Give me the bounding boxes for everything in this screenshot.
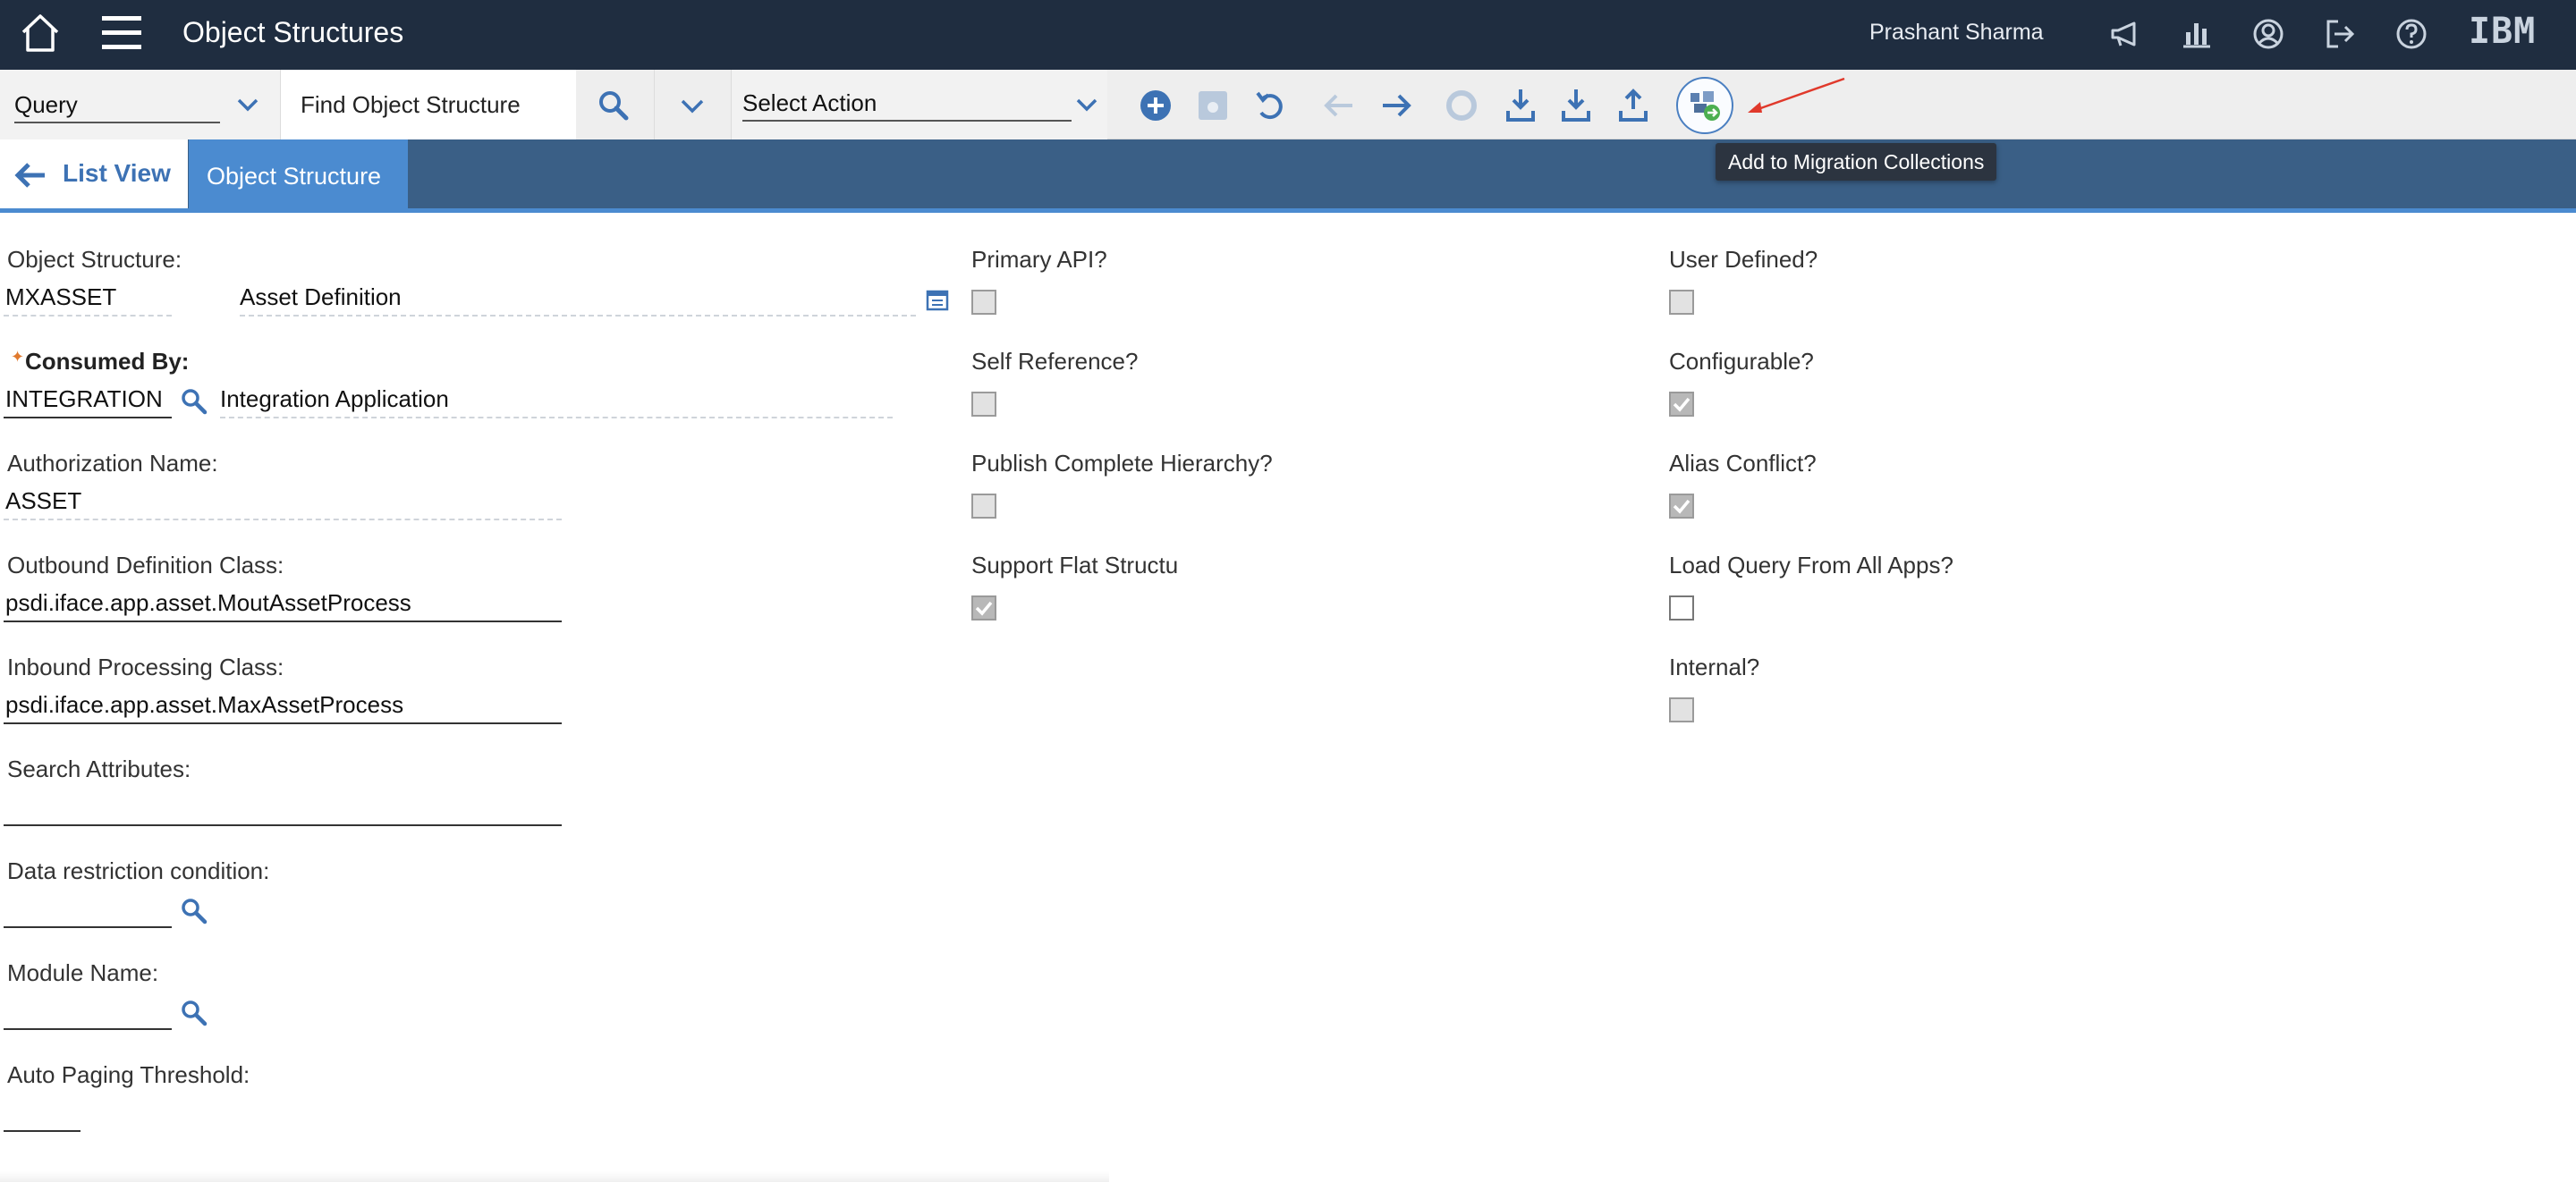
- toolbar: Query Find Object Structure Select Actio…: [0, 70, 2576, 139]
- add-to-migration-collections-button[interactable]: [1676, 77, 1733, 134]
- support-flat-structure-label: Support Flat Structu: [971, 552, 1179, 578]
- object-structure-underline: [4, 315, 172, 317]
- bottom-shadow: [0, 1171, 1109, 1182]
- tab-list-view[interactable]: List View: [0, 139, 188, 208]
- description-underline: [240, 315, 916, 317]
- module-name-lookup-icon[interactable]: [179, 998, 209, 1028]
- publish-complete-hierarchy-checkbox[interactable]: [971, 494, 996, 519]
- save-icon[interactable]: [1193, 86, 1233, 125]
- inbound-processing-class-input[interactable]: psdi.iface.app.asset.MaxAssetProcess: [5, 690, 403, 719]
- object-structure-value[interactable]: MXASSET: [5, 283, 116, 311]
- arrow-left-icon: [14, 163, 45, 188]
- authorization-name-label: Authorization Name:: [7, 450, 218, 477]
- module-name-underline: [4, 1028, 172, 1030]
- self-reference-label: Self Reference?: [971, 348, 1139, 375]
- data-restriction-label: Data restriction condition:: [7, 857, 270, 884]
- find-input-text: Find Object Structure: [301, 91, 521, 118]
- ibm-logo: IBM: [2469, 11, 2537, 52]
- inbound-class-underline: [4, 722, 562, 724]
- alias-conflict-checkbox[interactable]: [1669, 494, 1694, 519]
- outbound-definition-class-input[interactable]: psdi.iface.app.asset.MoutAssetProcess: [5, 588, 411, 617]
- long-description-icon[interactable]: [925, 288, 950, 313]
- chevron-down-icon: [237, 98, 258, 112]
- next-record-icon[interactable]: [1376, 86, 1415, 125]
- sign-out-icon[interactable]: [2322, 16, 2358, 52]
- import-icon[interactable]: [1501, 86, 1540, 125]
- internal-label: Internal?: [1669, 654, 1760, 680]
- previous-record-icon[interactable]: [1320, 86, 1360, 125]
- search-icon: [599, 91, 629, 121]
- tab-list-view-label: List View: [63, 159, 171, 187]
- checkmark-icon: [975, 601, 993, 616]
- outbound-definition-class-label: Outbound Definition Class:: [7, 552, 284, 578]
- consumed-by-underline: [4, 417, 172, 418]
- page-title: Object Structures: [182, 16, 404, 48]
- inbound-processing-class-label: Inbound Processing Class:: [7, 654, 284, 680]
- primary-api-label: Primary API?: [971, 246, 1107, 273]
- tab-object-structure[interactable]: Object Structure: [189, 139, 408, 208]
- consumed-by-description: Integration Application: [220, 385, 449, 412]
- tab-strip: List View Object Structure: [0, 139, 2576, 213]
- search-attributes-label: Search Attributes:: [7, 756, 191, 782]
- help-icon[interactable]: [2394, 16, 2429, 52]
- undo-icon[interactable]: [1250, 86, 1290, 125]
- user-name: Prashant Sharma: [1869, 20, 2044, 45]
- profile-icon[interactable]: [2250, 16, 2286, 52]
- authorization-name-value: ASSET: [5, 487, 82, 514]
- new-record-icon[interactable]: [1136, 86, 1175, 125]
- consumed-by-lookup-icon[interactable]: [179, 386, 209, 417]
- internal-checkbox[interactable]: [1669, 697, 1694, 722]
- chevron-down-icon: [1076, 98, 1097, 112]
- required-indicator: ✦: [11, 348, 25, 366]
- search-attributes-underline: [4, 824, 562, 826]
- annotation-arrow: [1748, 77, 1845, 113]
- top-navigation-bar: Object Structures Prashant Sharma IBM: [0, 0, 2576, 70]
- checkmark-icon: [1673, 499, 1690, 514]
- support-flat-structure-checkbox[interactable]: [971, 595, 996, 621]
- import-xml-icon[interactable]: [1556, 86, 1596, 125]
- auto-paging-threshold-label: Auto Paging Threshold:: [7, 1061, 250, 1088]
- select-action-dropdown[interactable]: Select Action: [732, 70, 1107, 139]
- load-query-from-all-apps-checkbox[interactable]: [1669, 595, 1694, 621]
- user-defined-checkbox[interactable]: [1669, 290, 1694, 315]
- publish-complete-hierarchy-label: Publish Complete Hierarchy?: [971, 450, 1273, 477]
- tooltip: Add to Migration Collections: [1716, 143, 1997, 181]
- primary-api-checkbox[interactable]: [971, 290, 996, 315]
- announcement-icon[interactable]: [2107, 16, 2143, 52]
- export-icon[interactable]: [1614, 86, 1653, 125]
- find-search-button[interactable]: [576, 70, 655, 139]
- configurable-checkbox[interactable]: [1669, 392, 1694, 417]
- data-restriction-underline: [4, 926, 172, 928]
- load-query-from-all-apps-label: Load Query From All Apps?: [1669, 552, 1953, 578]
- query-select[interactable]: Query: [0, 70, 281, 139]
- outbound-class-underline: [4, 621, 562, 622]
- module-name-label: Module Name:: [7, 959, 159, 986]
- consumed-by-label: Consumed By:: [25, 348, 190, 375]
- reports-icon[interactable]: [2179, 16, 2215, 52]
- checkmark-icon: [1673, 397, 1690, 412]
- migration-collection-icon: [1690, 91, 1720, 121]
- authorization-name-underline: [4, 519, 562, 520]
- find-object-structure-input[interactable]: Find Object Structure: [281, 70, 576, 139]
- consumed-by-value[interactable]: INTEGRATION: [5, 384, 163, 413]
- alias-conflict-label: Alias Conflict?: [1669, 450, 1817, 477]
- menu-icon[interactable]: [100, 13, 143, 54]
- find-options-button[interactable]: [655, 70, 732, 139]
- select-action-value: Select Action: [742, 88, 1072, 122]
- configurable-label: Configurable?: [1669, 348, 1814, 375]
- tab-object-structure-label: Object Structure: [207, 163, 382, 190]
- chevron-down-icon: [681, 99, 704, 114]
- user-defined-label: User Defined?: [1669, 246, 1818, 273]
- auto-paging-underline: [4, 1130, 80, 1132]
- object-structure-description[interactable]: Asset Definition: [240, 283, 402, 311]
- consumed-by-description-underline: [220, 417, 893, 418]
- home-icon[interactable]: [18, 11, 63, 55]
- query-select-value: Query: [14, 89, 220, 123]
- object-structure-label: Object Structure:: [7, 246, 182, 273]
- status-icon[interactable]: [1442, 86, 1481, 125]
- data-restriction-lookup-icon[interactable]: [179, 896, 209, 926]
- self-reference-checkbox[interactable]: [971, 392, 996, 417]
